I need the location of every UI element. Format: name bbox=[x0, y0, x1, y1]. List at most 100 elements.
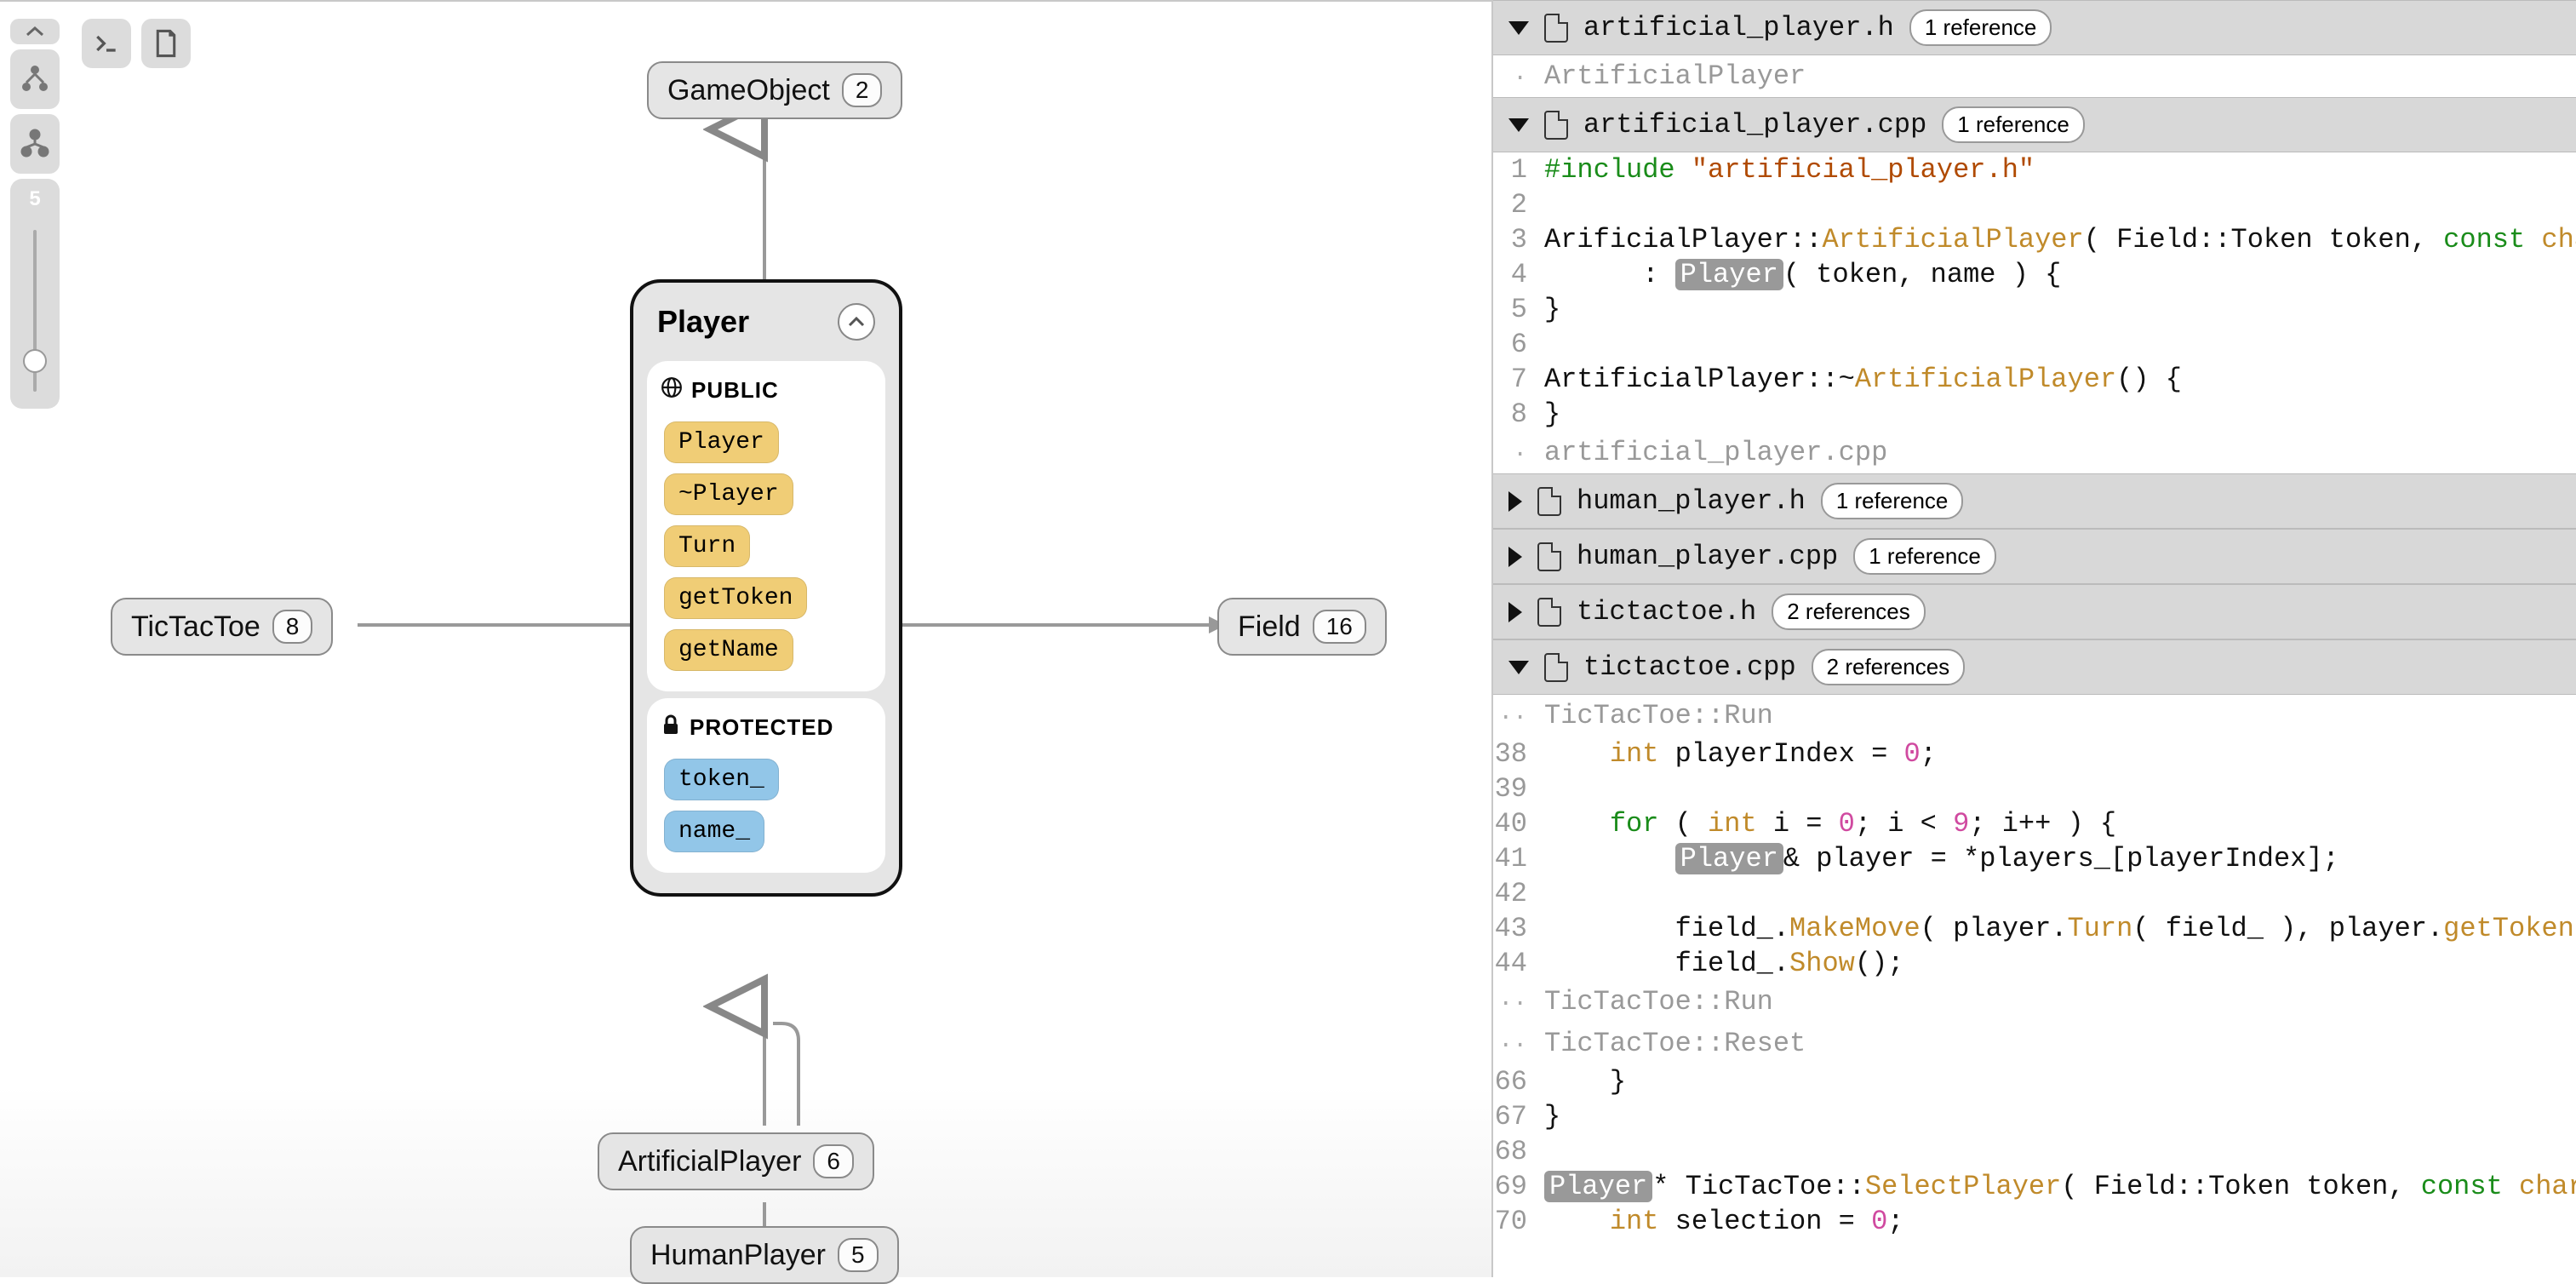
globe-icon bbox=[661, 376, 683, 404]
context-text: ArtificialPlayer bbox=[1544, 60, 1806, 92]
code-panel[interactable]: artificial_player.h1 reference.Artificia… bbox=[1493, 0, 2576, 1277]
file-header[interactable]: tictactoe.cpp 2 references bbox=[1493, 639, 2576, 695]
method-chip[interactable]: getName bbox=[664, 629, 793, 671]
context-line[interactable]: ..TicTacToe::Reset bbox=[1493, 1023, 2576, 1064]
code-text: ArificialPlayer::ArtificialPlayer( Field… bbox=[1544, 224, 2576, 255]
graph-connected-icon[interactable] bbox=[10, 49, 60, 109]
section-label: PROTECTED bbox=[690, 714, 833, 741]
method-chip[interactable]: Turn bbox=[664, 525, 750, 567]
file-header[interactable]: human_player.h1 reference bbox=[1493, 473, 2576, 529]
code-line[interactable]: 4 : Player( token, name ) { bbox=[1493, 257, 2576, 292]
file-header[interactable]: artificial_player.h1 reference bbox=[1493, 0, 2576, 55]
code-line[interactable]: 43 field_.MakeMove( player.Turn( field_ … bbox=[1493, 911, 2576, 946]
method-chip[interactable]: ~Player bbox=[664, 473, 793, 515]
section-public: PUBLIC Player ~Player Turn getToken getName bbox=[647, 361, 885, 691]
context-line[interactable]: .ArtificialPlayer bbox=[1493, 55, 2576, 97]
file-icon bbox=[1544, 653, 1568, 682]
chevron-right-icon[interactable] bbox=[1508, 491, 1522, 512]
code-line[interactable]: 5} bbox=[1493, 292, 2576, 327]
card-header: Player bbox=[647, 296, 885, 354]
code-line[interactable]: 8} bbox=[1493, 397, 2576, 432]
section-label: PUBLIC bbox=[691, 377, 779, 404]
code-line[interactable]: 2 bbox=[1493, 187, 2576, 222]
code-line[interactable]: 68 bbox=[1493, 1134, 2576, 1169]
code-line[interactable]: 40 for ( int i = 0; i < 9; i++ ) { bbox=[1493, 806, 2576, 841]
chevron-right-icon[interactable] bbox=[1508, 602, 1522, 622]
reference-badge[interactable]: 2 references bbox=[1772, 593, 1926, 630]
context-line[interactable]: .artificial_player.cpp bbox=[1493, 432, 2576, 473]
chevron-down-icon[interactable] bbox=[1508, 21, 1529, 35]
code-line[interactable]: 41 Player& player = *players_[playerInde… bbox=[1493, 841, 2576, 876]
line-number: 68 bbox=[1493, 1136, 1544, 1167]
diagram-panel[interactable]: 5 GameObject 2 TicTacToe 8 Field bbox=[0, 0, 1493, 1277]
code-line[interactable]: 1#include "artificial_player.h" bbox=[1493, 152, 2576, 187]
chevron-down-icon[interactable] bbox=[1508, 118, 1529, 132]
code-line[interactable]: 6 bbox=[1493, 327, 2576, 362]
file-header[interactable]: tictactoe.h2 references bbox=[1493, 584, 2576, 639]
node-tictactoe[interactable]: TicTacToe 8 bbox=[111, 598, 333, 656]
reference-badge[interactable]: 2 references bbox=[1812, 649, 1966, 685]
terminal-icon[interactable] bbox=[82, 19, 131, 68]
code-text: Player& player = *players_[playerIndex]; bbox=[1544, 843, 2339, 874]
new-file-icon[interactable] bbox=[141, 19, 191, 68]
context-gutter: .. bbox=[1493, 986, 1544, 1017]
field-chip[interactable]: name_ bbox=[664, 811, 764, 852]
graph-tree-icon[interactable] bbox=[10, 114, 60, 174]
reference-badge[interactable]: 1 reference bbox=[1821, 483, 1964, 519]
reference-badge[interactable]: 1 reference bbox=[1942, 106, 2085, 143]
node-humanplayer[interactable]: HumanPlayer 5 bbox=[630, 1226, 899, 1284]
context-text: TicTacToe::Run bbox=[1544, 700, 1773, 731]
code-text: int playerIndex = 0; bbox=[1544, 738, 1937, 770]
method-chip[interactable]: Player bbox=[664, 421, 779, 463]
code-text: for ( int i = 0; i < 9; i++ ) { bbox=[1544, 808, 2116, 840]
code-text: int selection = 0; bbox=[1544, 1206, 1903, 1237]
file-header[interactable]: human_player.cpp1 reference bbox=[1493, 529, 2576, 584]
zoom-slider[interactable]: 5 bbox=[10, 179, 60, 409]
code-line[interactable]: 38 int playerIndex = 0; bbox=[1493, 737, 2576, 771]
code-line[interactable]: 70 int selection = 0; bbox=[1493, 1204, 2576, 1239]
side-toolbar: 5 bbox=[10, 19, 60, 409]
ref-badge: 5 bbox=[838, 1238, 879, 1272]
context-line[interactable]: ..TicTacToe::Run bbox=[1493, 695, 2576, 737]
code-line[interactable]: 3ArificialPlayer::ArtificialPlayer( Fiel… bbox=[1493, 222, 2576, 257]
node-gameobject[interactable]: GameObject 2 bbox=[647, 61, 902, 119]
class-card-player[interactable]: Player PUBLIC Player ~Player Turn getToken g… bbox=[630, 279, 902, 897]
code-line[interactable]: 42 bbox=[1493, 876, 2576, 911]
file-header[interactable]: artificial_player.cpp1 reference bbox=[1493, 97, 2576, 152]
slider-knob[interactable] bbox=[23, 349, 47, 373]
code-line[interactable]: 7ArtificialPlayer::~ArtificialPlayer() { bbox=[1493, 362, 2576, 397]
code-line[interactable]: 44 field_.Show(); bbox=[1493, 946, 2576, 981]
context-text: TicTacToe::Run bbox=[1544, 986, 1773, 1017]
chevron-down-icon[interactable] bbox=[1508, 661, 1529, 674]
node-label: TicTacToe bbox=[131, 610, 260, 644]
context-gutter: .. bbox=[1493, 700, 1544, 731]
line-number: 70 bbox=[1493, 1206, 1544, 1237]
collapse-icon[interactable] bbox=[838, 303, 875, 341]
line-number: 67 bbox=[1493, 1101, 1544, 1132]
line-number: 44 bbox=[1493, 948, 1544, 979]
ref-badge: 6 bbox=[813, 1144, 854, 1178]
file-name: tictactoe.cpp bbox=[1583, 651, 1796, 683]
reference-badge[interactable]: 1 reference bbox=[1909, 9, 2052, 46]
line-number: 4 bbox=[1493, 259, 1544, 290]
code-line[interactable]: 39 bbox=[1493, 771, 2576, 806]
node-artificialplayer[interactable]: ArtificialPlayer 6 bbox=[598, 1132, 874, 1190]
method-chip[interactable]: getToken bbox=[664, 577, 807, 619]
code-line[interactable]: 67} bbox=[1493, 1099, 2576, 1134]
field-chip[interactable]: token_ bbox=[664, 759, 779, 800]
context-gutter: . bbox=[1493, 60, 1544, 92]
ref-badge: 16 bbox=[1313, 610, 1366, 644]
code-line[interactable]: 69Player* TicTacToe::SelectPlayer( Field… bbox=[1493, 1169, 2576, 1204]
reference-badge[interactable]: 1 reference bbox=[1853, 538, 1996, 575]
file-icon bbox=[1537, 487, 1561, 516]
code-line[interactable]: 66 } bbox=[1493, 1064, 2576, 1099]
collapse-up-icon[interactable] bbox=[10, 19, 60, 44]
context-line[interactable]: ..TicTacToe::Run bbox=[1493, 981, 2576, 1023]
top-toolbar bbox=[82, 19, 191, 68]
node-field[interactable]: Field 16 bbox=[1217, 598, 1387, 656]
line-number: 69 bbox=[1493, 1171, 1544, 1202]
line-number: 3 bbox=[1493, 224, 1544, 255]
line-number: 43 bbox=[1493, 913, 1544, 944]
chevron-right-icon[interactable] bbox=[1508, 547, 1522, 567]
code-text: field_.MakeMove( player.Turn( field_ ), … bbox=[1544, 913, 2576, 944]
